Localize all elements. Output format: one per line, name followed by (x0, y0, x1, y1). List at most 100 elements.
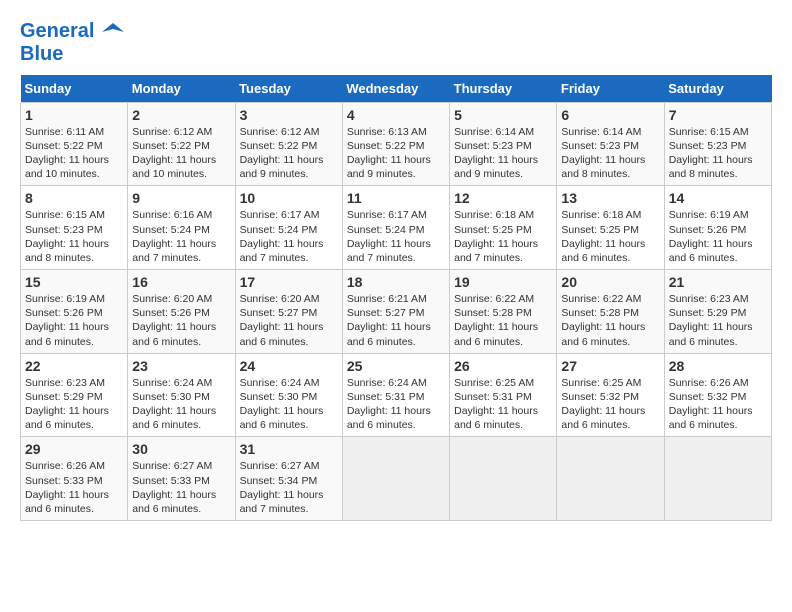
day-number: 31 (240, 441, 338, 457)
calendar-cell: 18 Sunrise: 6:21 AM Sunset: 5:27 PM Dayli… (342, 270, 449, 354)
calendar-cell: 16 Sunrise: 6:20 AM Sunset: 5:26 PM Dayli… (128, 270, 235, 354)
day-info: Sunrise: 6:24 AM Sunset: 5:30 PM Dayligh… (240, 376, 338, 433)
day-info: Sunrise: 6:17 AM Sunset: 5:24 PM Dayligh… (347, 208, 445, 265)
calendar-cell: 8 Sunrise: 6:15 AM Sunset: 5:23 PM Daylig… (21, 186, 128, 270)
day-info: Sunrise: 6:18 AM Sunset: 5:25 PM Dayligh… (454, 208, 552, 265)
calendar-cell: 15 Sunrise: 6:19 AM Sunset: 5:26 PM Dayli… (21, 270, 128, 354)
day-info: Sunrise: 6:15 AM Sunset: 5:23 PM Dayligh… (669, 125, 767, 182)
calendar-header-row: SundayMondayTuesdayWednesdayThursdayFrid… (21, 75, 772, 103)
day-number: 28 (669, 358, 767, 374)
day-info: Sunrise: 6:19 AM Sunset: 5:26 PM Dayligh… (25, 292, 123, 349)
day-number: 20 (561, 274, 659, 290)
day-info: Sunrise: 6:27 AM Sunset: 5:33 PM Dayligh… (132, 459, 230, 516)
header-tuesday: Tuesday (235, 75, 342, 103)
calendar-cell: 29 Sunrise: 6:26 AM Sunset: 5:33 PM Dayli… (21, 437, 128, 521)
logo-general: General (20, 20, 94, 42)
day-number: 27 (561, 358, 659, 374)
day-number: 26 (454, 358, 552, 374)
calendar-cell: 3 Sunrise: 6:12 AM Sunset: 5:22 PM Daylig… (235, 102, 342, 186)
calendar-cell: 20 Sunrise: 6:22 AM Sunset: 5:28 PM Dayli… (557, 270, 664, 354)
calendar-cell (557, 437, 664, 521)
calendar-cell: 24Sunrise: 6:24 AM Sunset: 5:30 PM Dayli… (235, 353, 342, 437)
calendar-week-2: 8 Sunrise: 6:15 AM Sunset: 5:23 PM Daylig… (21, 186, 772, 270)
header-thursday: Thursday (450, 75, 557, 103)
day-number: 22 (25, 358, 123, 374)
day-number: 1 (25, 107, 123, 123)
day-info: Sunrise: 6:26 AM Sunset: 5:33 PM Dayligh… (25, 459, 123, 516)
calendar-cell: 14 Sunrise: 6:19 AM Sunset: 5:26 PM Dayli… (664, 186, 771, 270)
day-info: Sunrise: 6:12 AM Sunset: 5:22 PM Dayligh… (240, 125, 338, 182)
day-info: Sunrise: 6:19 AM Sunset: 5:26 PM Dayligh… (669, 208, 767, 265)
day-info: Sunrise: 6:22 AM Sunset: 5:28 PM Dayligh… (454, 292, 552, 349)
logo-blue: Blue (20, 43, 124, 65)
day-info: Sunrise: 6:20 AM Sunset: 5:26 PM Dayligh… (132, 292, 230, 349)
day-info: Sunrise: 6:25 AM Sunset: 5:31 PM Dayligh… (454, 376, 552, 433)
calendar-cell: 26 Sunrise: 6:25 AM Sunset: 5:31 PM Dayli… (450, 353, 557, 437)
day-info: Sunrise: 6:14 AM Sunset: 5:23 PM Dayligh… (561, 125, 659, 182)
day-info: Sunrise: 6:14 AM Sunset: 5:23 PM Dayligh… (454, 125, 552, 182)
day-number: 14 (669, 190, 767, 206)
day-number: 8 (25, 190, 123, 206)
calendar-table: SundayMondayTuesdayWednesdayThursdayFrid… (20, 75, 772, 521)
calendar-cell: 25Sunrise: 6:24 AM Sunset: 5:31 PM Dayli… (342, 353, 449, 437)
day-number: 16 (132, 274, 230, 290)
day-info: Sunrise: 6:13 AM Sunset: 5:22 PM Dayligh… (347, 125, 445, 182)
header-saturday: Saturday (664, 75, 771, 103)
calendar-cell: 5Sunrise: 6:14 AM Sunset: 5:23 PM Daylig… (450, 102, 557, 186)
calendar-week-4: 22 Sunrise: 6:23 AM Sunset: 5:29 PM Dayli… (21, 353, 772, 437)
logo-bird-icon (102, 21, 124, 43)
calendar-cell (450, 437, 557, 521)
day-number: 23 (132, 358, 230, 374)
day-info: Sunrise: 6:20 AM Sunset: 5:27 PM Dayligh… (240, 292, 338, 349)
day-number: 19 (454, 274, 552, 290)
day-info: Sunrise: 6:23 AM Sunset: 5:29 PM Dayligh… (25, 376, 123, 433)
day-number: 29 (25, 441, 123, 457)
day-number: 21 (669, 274, 767, 290)
page-header: General Blue (20, 20, 772, 65)
calendar-cell: 2Sunrise: 6:12 AM Sunset: 5:22 PM Daylig… (128, 102, 235, 186)
day-info: Sunrise: 6:24 AM Sunset: 5:31 PM Dayligh… (347, 376, 445, 433)
header-wednesday: Wednesday (342, 75, 449, 103)
day-number: 2 (132, 107, 230, 123)
day-info: Sunrise: 6:17 AM Sunset: 5:24 PM Dayligh… (240, 208, 338, 265)
day-info: Sunrise: 6:15 AM Sunset: 5:23 PM Dayligh… (25, 208, 123, 265)
calendar-cell: 30 Sunrise: 6:27 AM Sunset: 5:33 PM Dayli… (128, 437, 235, 521)
day-info: Sunrise: 6:23 AM Sunset: 5:29 PM Dayligh… (669, 292, 767, 349)
calendar-week-3: 15 Sunrise: 6:19 AM Sunset: 5:26 PM Dayli… (21, 270, 772, 354)
day-info: Sunrise: 6:27 AM Sunset: 5:34 PM Dayligh… (240, 459, 338, 516)
day-info: Sunrise: 6:25 AM Sunset: 5:32 PM Dayligh… (561, 376, 659, 433)
calendar-cell: 6Sunrise: 6:14 AM Sunset: 5:23 PM Daylig… (557, 102, 664, 186)
calendar-week-1: 1 Sunrise: 6:11 AM Sunset: 5:22 PM Daylig… (21, 102, 772, 186)
day-info: Sunrise: 6:18 AM Sunset: 5:25 PM Dayligh… (561, 208, 659, 265)
day-number: 11 (347, 190, 445, 206)
logo: General Blue (20, 20, 124, 65)
calendar-cell: 21 Sunrise: 6:23 AM Sunset: 5:29 PM Dayli… (664, 270, 771, 354)
day-info: Sunrise: 6:26 AM Sunset: 5:32 PM Dayligh… (669, 376, 767, 433)
calendar-week-5: 29 Sunrise: 6:26 AM Sunset: 5:33 PM Dayli… (21, 437, 772, 521)
day-info: Sunrise: 6:11 AM Sunset: 5:22 PM Dayligh… (25, 125, 123, 182)
day-number: 17 (240, 274, 338, 290)
day-info: Sunrise: 6:24 AM Sunset: 5:30 PM Dayligh… (132, 376, 230, 433)
calendar-cell: 10Sunrise: 6:17 AM Sunset: 5:24 PM Dayli… (235, 186, 342, 270)
day-number: 3 (240, 107, 338, 123)
day-info: Sunrise: 6:21 AM Sunset: 5:27 PM Dayligh… (347, 292, 445, 349)
calendar-cell: 27 Sunrise: 6:25 AM Sunset: 5:32 PM Dayli… (557, 353, 664, 437)
calendar-cell: 28 Sunrise: 6:26 AM Sunset: 5:32 PM Dayli… (664, 353, 771, 437)
calendar-cell: 12Sunrise: 6:18 AM Sunset: 5:25 PM Dayli… (450, 186, 557, 270)
calendar-cell: 11 Sunrise: 6:17 AM Sunset: 5:24 PM Dayli… (342, 186, 449, 270)
logo-text: General (20, 20, 124, 43)
day-number: 30 (132, 441, 230, 457)
day-number: 18 (347, 274, 445, 290)
day-number: 7 (669, 107, 767, 123)
day-info: Sunrise: 6:16 AM Sunset: 5:24 PM Dayligh… (132, 208, 230, 265)
day-number: 4 (347, 107, 445, 123)
day-number: 15 (25, 274, 123, 290)
day-number: 9 (132, 190, 230, 206)
header-friday: Friday (557, 75, 664, 103)
calendar-cell: 31 Sunrise: 6:27 AM Sunset: 5:34 PM Dayli… (235, 437, 342, 521)
day-info: Sunrise: 6:22 AM Sunset: 5:28 PM Dayligh… (561, 292, 659, 349)
calendar-cell: 4 Sunrise: 6:13 AM Sunset: 5:22 PM Daylig… (342, 102, 449, 186)
header-sunday: Sunday (21, 75, 128, 103)
calendar-cell: 13Sunrise: 6:18 AM Sunset: 5:25 PM Dayli… (557, 186, 664, 270)
calendar-cell (342, 437, 449, 521)
